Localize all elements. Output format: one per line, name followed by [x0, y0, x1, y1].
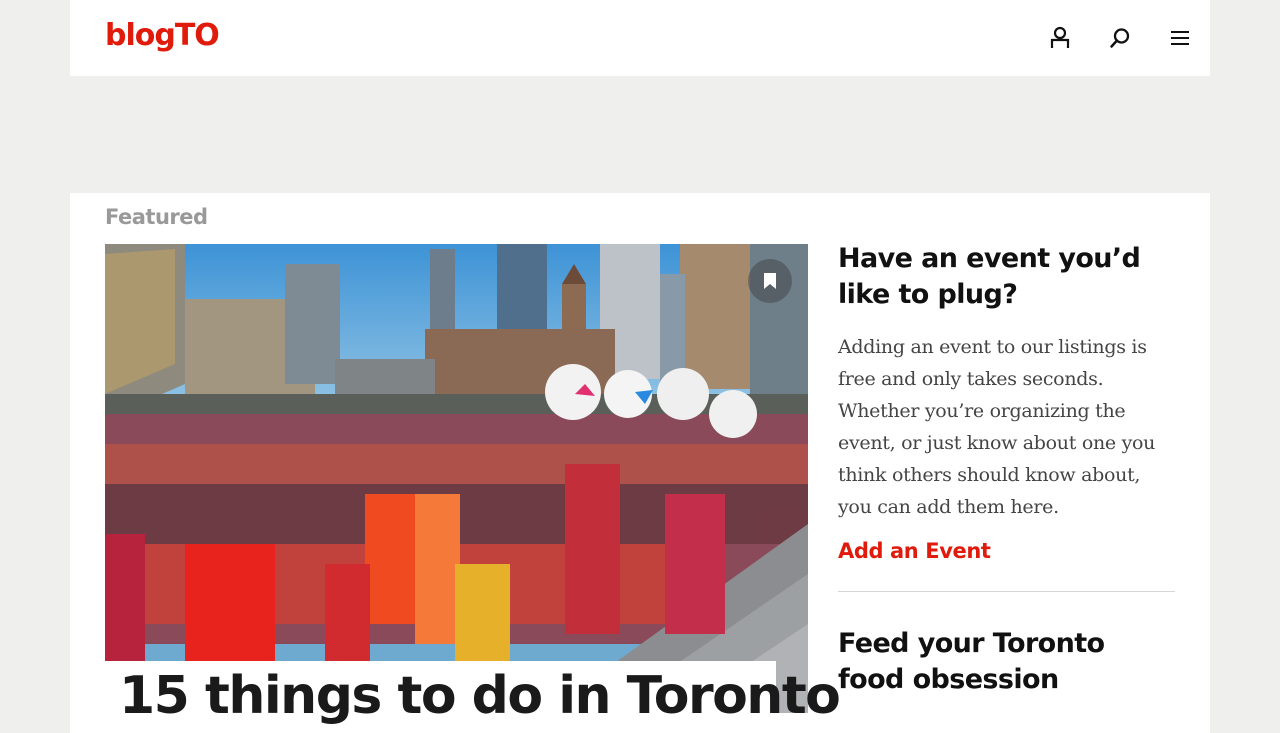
- site-logo[interactable]: blogTO: [105, 14, 220, 58]
- featured-headline[interactable]: 15 things to do in Toronto: [119, 661, 841, 731]
- event-promo-title: Have an event you’d like to plug?: [838, 243, 1141, 310]
- search-icon[interactable]: [1106, 24, 1134, 52]
- site-header: blogTO: [70, 0, 1210, 76]
- menu-icon[interactable]: [1166, 24, 1194, 52]
- headline-box: 15 things to do in Toronto: [105, 661, 841, 733]
- event-promo-body: Adding an event to our listings is free …: [838, 336, 1156, 518]
- food-promo-title: Feed your Toronto food obsession: [838, 628, 1105, 695]
- user-icon[interactable]: [1046, 24, 1074, 52]
- bookmark-button[interactable]: [748, 259, 792, 303]
- featured-image[interactable]: [105, 244, 808, 713]
- section-label: Featured: [105, 205, 208, 229]
- main-content: Featured 15 things to do in Toronto Have…: [70, 193, 1210, 733]
- divider: [838, 591, 1175, 592]
- bookmark-icon: [764, 273, 776, 289]
- add-event-link[interactable]: Add an Event: [838, 539, 991, 563]
